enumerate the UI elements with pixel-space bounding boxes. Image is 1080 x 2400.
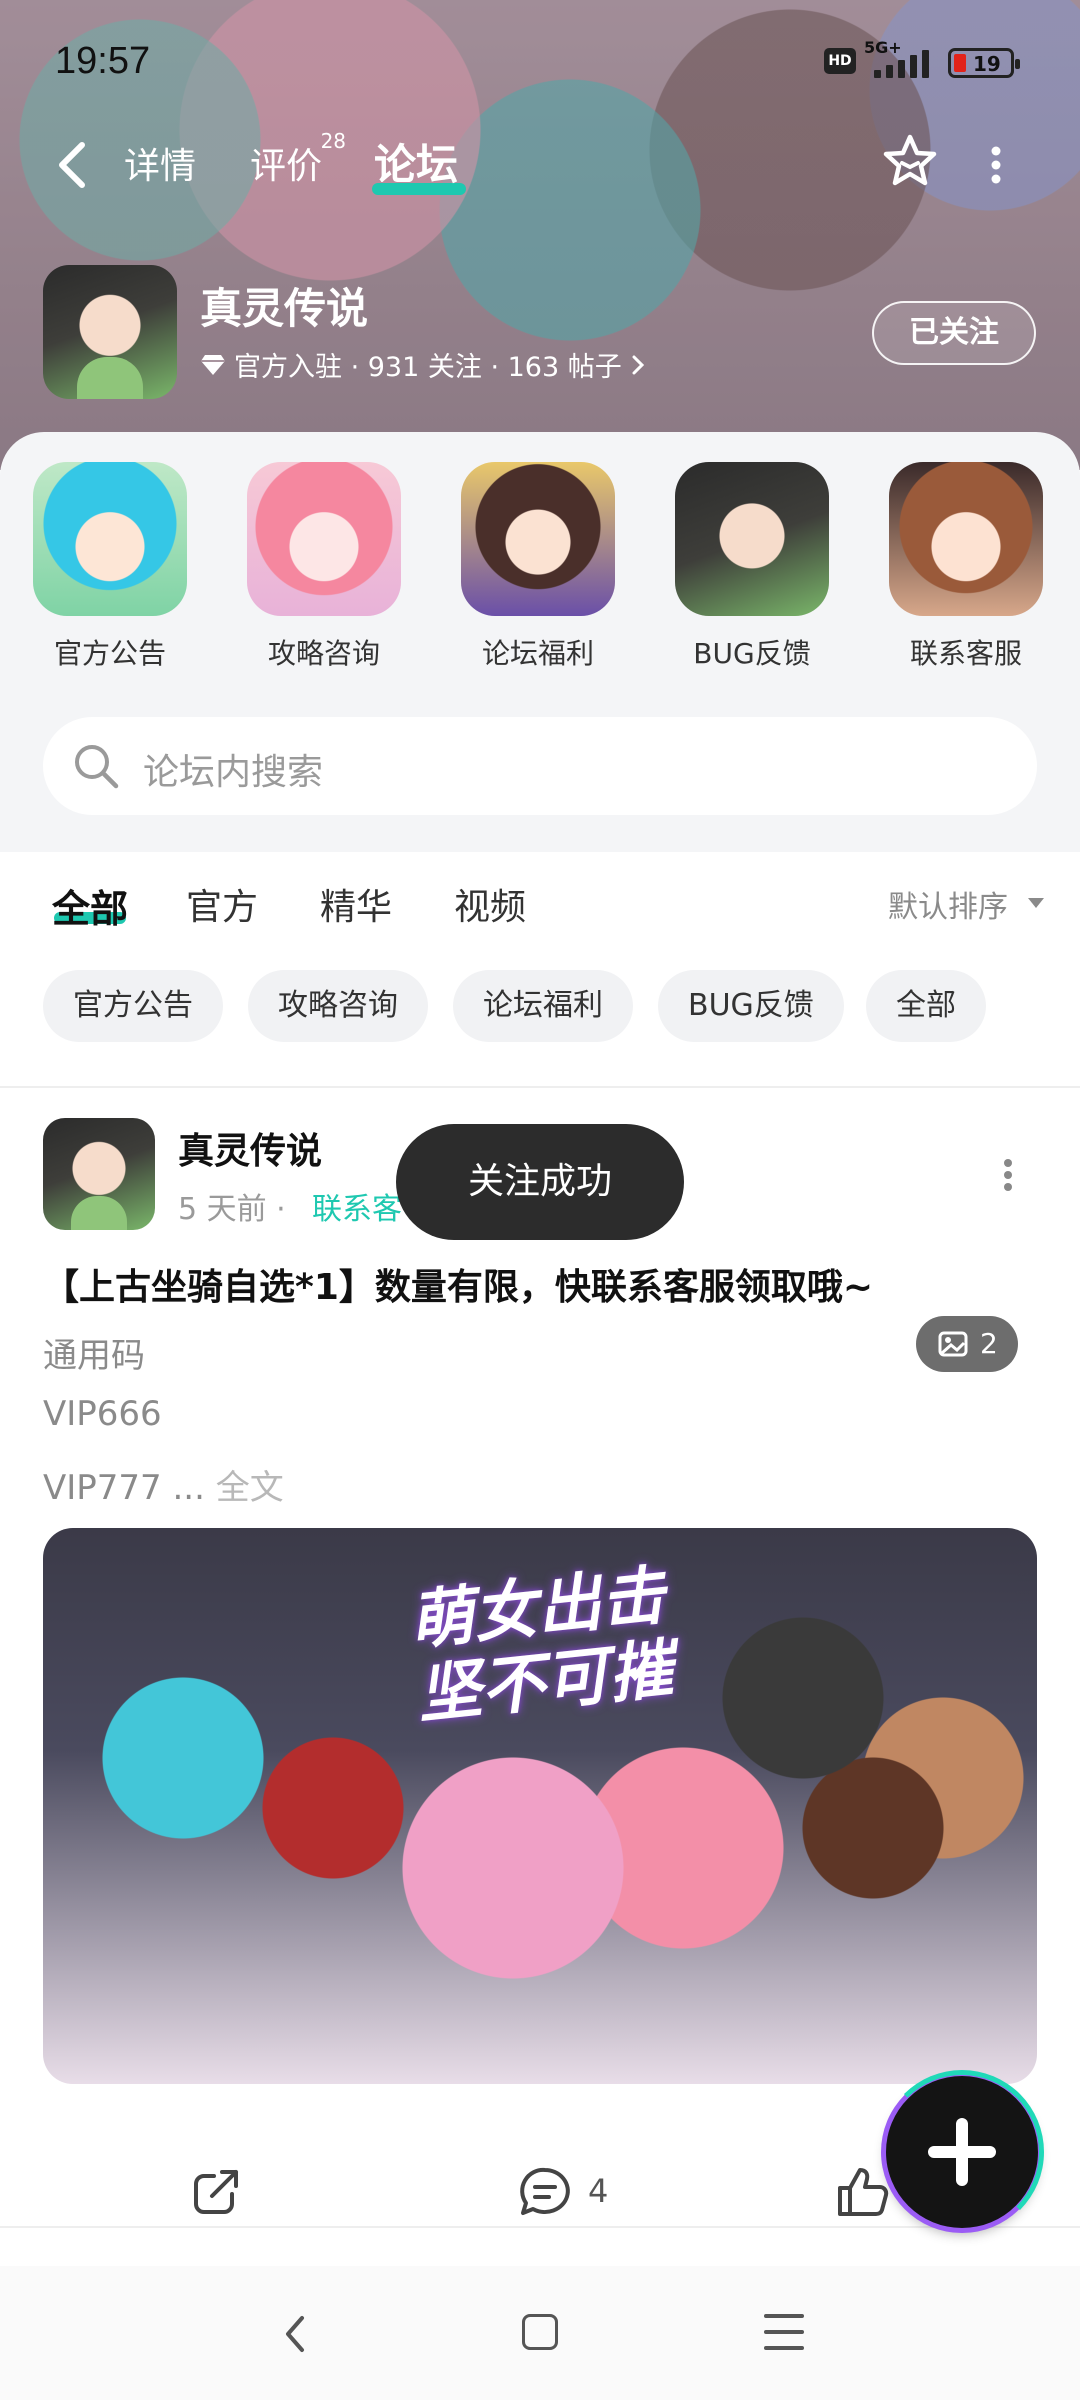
battery-icon: 19 bbox=[948, 48, 1020, 78]
post-author[interactable]: 真灵传说 bbox=[178, 1122, 322, 1174]
post-time: 5 天前 · bbox=[178, 1192, 286, 1227]
game-title: 真灵传说 bbox=[200, 284, 369, 333]
category-bug-report[interactable]: BUG反馈 bbox=[672, 462, 832, 672]
caret-down-icon bbox=[1028, 898, 1044, 908]
back-arrow-icon[interactable] bbox=[50, 135, 100, 195]
next-post-preview bbox=[0, 2226, 1080, 2266]
more-options-icon[interactable] bbox=[986, 145, 1006, 185]
status-bar: 19:57 HD 5G+ 19 bbox=[0, 0, 1080, 120]
category-guides[interactable]: 攻略咨询 bbox=[244, 462, 404, 672]
system-back-icon[interactable] bbox=[280, 2312, 310, 2356]
official-diamond-icon bbox=[201, 354, 225, 375]
share-icon[interactable] bbox=[188, 2164, 244, 2220]
post-text-line: VIP777 ... 全文 bbox=[43, 1468, 284, 1508]
system-home-icon[interactable] bbox=[522, 2314, 558, 2350]
game-info: 真灵传说 官方入驻 · 931 关注 · 163 帖子 已关注 bbox=[0, 265, 1080, 405]
filter-tab-featured[interactable]: 精华 bbox=[320, 878, 392, 930]
chip-benefits[interactable]: 论坛福利 bbox=[453, 970, 633, 1042]
signal-icon bbox=[868, 48, 938, 78]
game-meta[interactable]: 官方入驻 · 931 关注 · 163 帖子 bbox=[200, 345, 646, 384]
search-placeholder: 论坛内搜索 bbox=[143, 752, 324, 793]
category-avatar bbox=[461, 462, 615, 616]
picture-icon bbox=[938, 1331, 968, 1357]
sort-dropdown[interactable]: 默认排序 bbox=[888, 882, 1008, 926]
search-input[interactable]: 论坛内搜索 bbox=[43, 717, 1037, 815]
category-label: BUG反馈 bbox=[693, 637, 811, 670]
chip-guides[interactable]: 攻略咨询 bbox=[248, 970, 428, 1042]
chip-row: 官方公告 攻略咨询 论坛福利 BUG反馈 全部 bbox=[0, 968, 1080, 1086]
category-label: 联系客服 bbox=[909, 637, 1022, 670]
tab-reviews[interactable]: 评价 28 bbox=[250, 129, 346, 189]
post-more-icon[interactable] bbox=[998, 1158, 1018, 1192]
category-avatar bbox=[889, 462, 1043, 616]
category-label: 攻略咨询 bbox=[267, 637, 380, 670]
post-card[interactable]: 真灵传说 5 天前 · 联系客 【上古坐骑自选*1】数量有限，快联系客服领取哦~… bbox=[0, 1088, 1080, 2216]
favorite-star-icon[interactable] bbox=[880, 131, 940, 191]
followed-button[interactable]: 已关注 bbox=[872, 301, 1036, 365]
image-count-badge: 2 bbox=[916, 1316, 1018, 1372]
post-image[interactable]: 萌女出击 坚不可摧 bbox=[43, 1528, 1037, 2084]
comment-count: 4 bbox=[588, 2172, 609, 2210]
category-benefits[interactable]: 论坛福利 bbox=[458, 462, 618, 672]
comment-icon[interactable] bbox=[516, 2164, 574, 2220]
tab-details[interactable]: 详情 bbox=[124, 137, 196, 189]
system-menu-icon[interactable] bbox=[764, 2312, 804, 2352]
tab-reviews-label: 评价 bbox=[250, 146, 323, 187]
filter-tab-video[interactable]: 视频 bbox=[454, 878, 526, 930]
category-label: 官方公告 bbox=[53, 637, 166, 670]
category-avatar bbox=[247, 462, 401, 616]
chip-bug-report[interactable]: BUG反馈 bbox=[658, 970, 844, 1042]
reviews-count-badge: 28 bbox=[320, 129, 347, 153]
image-count: 2 bbox=[980, 1327, 998, 1360]
chevron-right-icon bbox=[632, 355, 644, 374]
chip-announcements[interactable]: 官方公告 bbox=[43, 970, 223, 1042]
search-icon bbox=[75, 745, 119, 789]
tab-forum[interactable]: 论坛 bbox=[374, 131, 458, 192]
battery-level: 19 bbox=[973, 52, 1001, 76]
filter-tab-official[interactable]: 官方 bbox=[186, 878, 258, 930]
forum-sheet: 官方公告 攻略咨询 论坛福利 BUG反馈 联系客服 论坛内搜索 bbox=[0, 432, 1080, 852]
category-announcements[interactable]: 官方公告 bbox=[30, 462, 190, 672]
system-navigation-bar bbox=[0, 2266, 1080, 2400]
post-title[interactable]: 【上古坐骑自选*1】数量有限，快联系客服领取哦~ bbox=[43, 1258, 873, 1310]
post-text-line: VIP666 bbox=[43, 1394, 162, 1434]
post-category-tag[interactable]: 联系客 bbox=[312, 1184, 402, 1228]
clock: 19:57 bbox=[55, 40, 151, 82]
filter-tabs: 全部 官方 精华 视频 默认排序 bbox=[0, 852, 1080, 972]
banner-text: 萌女出击 坚不可摧 bbox=[405, 1559, 677, 1733]
category-customer-service[interactable]: 联系客服 bbox=[886, 462, 1046, 672]
game-avatar[interactable] bbox=[43, 265, 177, 399]
top-navigation: 详情 评价 28 论坛 bbox=[0, 125, 1080, 205]
category-avatar bbox=[33, 462, 187, 616]
chip-all[interactable]: 全部 bbox=[866, 970, 986, 1042]
author-avatar[interactable] bbox=[43, 1118, 155, 1230]
post-text-line: 通用码 bbox=[43, 1336, 145, 1376]
create-post-button[interactable] bbox=[880, 2070, 1044, 2234]
game-stats: 官方入驻 · 931 关注 · 163 帖子 bbox=[234, 352, 622, 383]
category-avatar bbox=[675, 462, 829, 616]
category-label: 论坛福利 bbox=[481, 637, 594, 670]
toast-message: 关注成功 bbox=[396, 1124, 684, 1240]
read-more-link[interactable]: 全文 bbox=[216, 1468, 284, 1508]
hd-icon: HD bbox=[824, 48, 856, 74]
filter-tab-all[interactable]: 全部 bbox=[52, 878, 128, 933]
